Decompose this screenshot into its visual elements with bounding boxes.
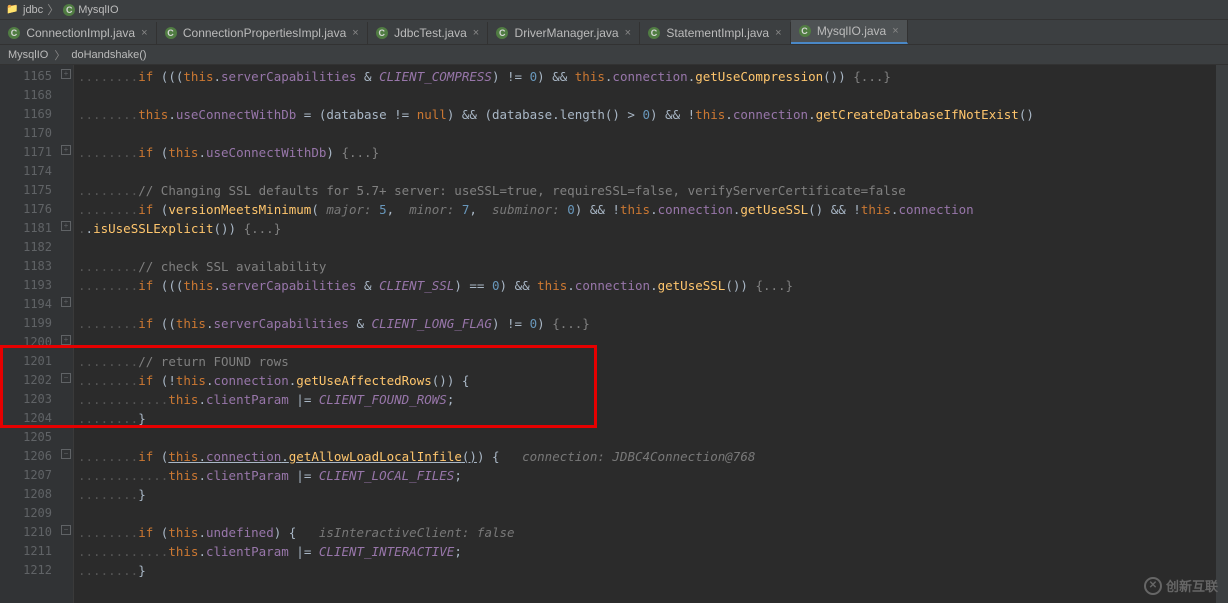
fold-column: + + + + + − − − [60, 65, 74, 603]
nav-class-label: MysqlIO [78, 4, 118, 16]
nav-folder-label: jdbc [23, 4, 43, 16]
class-icon [165, 27, 177, 39]
close-icon[interactable]: × [141, 27, 147, 39]
class-icon [648, 27, 660, 39]
fold-marker[interactable]: − [61, 373, 71, 383]
close-icon[interactable]: × [625, 27, 631, 39]
tab-connectionimpl[interactable]: ConnectionImpl.java× [0, 22, 157, 44]
watermark-logo-icon: ✕ [1144, 577, 1162, 595]
class-icon [496, 27, 508, 39]
line-gutter: 1165116811691170117111741175117611811182… [0, 65, 60, 603]
fold-marker[interactable]: + [61, 297, 71, 307]
chevron-right-icon: 〉 [54, 47, 65, 63]
tab-mysqlio[interactable]: MysqlIO.java× [791, 20, 908, 44]
close-icon[interactable]: × [775, 27, 781, 39]
class-icon [63, 4, 75, 16]
tab-jdbctest[interactable]: JdbcTest.java× [368, 22, 488, 44]
breadcrumb-method[interactable]: doHandshake() [71, 49, 146, 61]
breadcrumb-class[interactable]: MysqlIO [8, 49, 48, 61]
nav-class[interactable]: MysqlIO [63, 4, 118, 16]
code-editor[interactable]: ........if (((this.serverCapabilities & … [74, 65, 1228, 603]
class-icon [8, 27, 20, 39]
close-icon[interactable]: × [473, 27, 479, 39]
editor-area: 1165116811691170117111741175117611811182… [0, 65, 1228, 603]
class-icon [376, 27, 388, 39]
nav-separator: 〉 [47, 1, 59, 18]
editor-tabs: ConnectionImpl.java× ConnectionPropertie… [0, 20, 1228, 45]
tab-drivermanager[interactable]: DriverManager.java× [488, 22, 640, 44]
watermark-text: 创新互联 [1166, 576, 1218, 595]
fold-marker[interactable]: + [61, 221, 71, 231]
nav-folder[interactable]: jdbc [6, 3, 43, 17]
fold-marker[interactable]: − [61, 525, 71, 535]
tab-statementimpl[interactable]: StatementImpl.java× [640, 22, 791, 44]
navigation-bar: jdbc 〉 MysqlIO [0, 0, 1228, 20]
tab-connectionpropertiesimpl[interactable]: ConnectionPropertiesImpl.java× [157, 22, 368, 44]
folder-icon [6, 3, 20, 17]
class-icon [799, 25, 811, 37]
close-icon[interactable]: × [352, 27, 358, 39]
fold-marker[interactable]: + [61, 69, 71, 79]
fold-marker[interactable]: + [61, 145, 71, 155]
fold-marker[interactable]: − [61, 449, 71, 459]
scrollbar[interactable] [1216, 65, 1228, 603]
fold-marker[interactable]: + [61, 335, 71, 345]
watermark: ✕ 创新互联 [1144, 576, 1218, 595]
close-icon[interactable]: × [892, 25, 898, 37]
breadcrumb: MysqlIO 〉 doHandshake() [0, 45, 1228, 65]
